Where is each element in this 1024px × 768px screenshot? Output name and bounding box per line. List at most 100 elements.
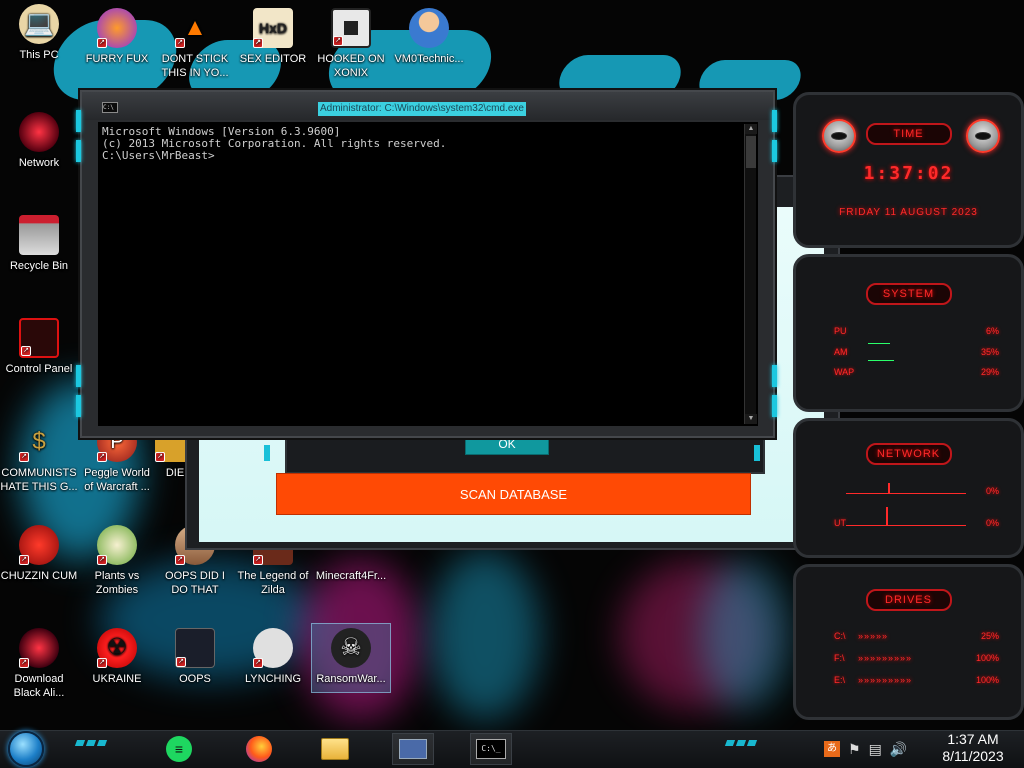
drive-bar: »»»»»»»»» — [858, 653, 913, 663]
taskbar-app-cmd[interactable]: C:\_ — [470, 733, 512, 765]
gadget-date: FRIDAY 11 AUGUST 2023 — [839, 207, 978, 218]
network-graph-line — [846, 525, 966, 526]
volume-icon[interactable]: 🔊 — [890, 741, 907, 758]
window-frame-accent — [264, 445, 270, 461]
gadget-title: NETWORK — [865, 443, 952, 465]
gadget-title: TIME — [865, 123, 952, 145]
desktop-icon-communists[interactable]: $ ↗ COMMUNISTS HATE THIS G... — [0, 422, 78, 494]
desktop-icon-control-panel[interactable]: ↗ Control Panel — [0, 318, 78, 376]
desktop-icon-label: RansomWar... — [316, 673, 386, 685]
scroll-down-arrow-icon[interactable]: ▼ — [745, 414, 757, 424]
cmd-window[interactable]: C:\ Administrator: C:\Windows\system32\c… — [80, 90, 775, 438]
network-gadget[interactable]: NETWORK 0% UT 0% — [793, 418, 1024, 558]
desktop-icon-vm0technic[interactable]: VM0Technic... — [390, 8, 468, 66]
usage-sparkline — [868, 360, 894, 361]
row-label: PU — [834, 326, 847, 336]
desktop-icon-label: FURRY FUX — [85, 53, 149, 65]
scroll-thumb[interactable] — [746, 136, 756, 168]
desktop-icon-ransomware[interactable]: ☠ RansomWar... — [311, 623, 391, 693]
radiation-icon: ☢ ↗ — [97, 628, 137, 668]
network-graph-line — [846, 493, 966, 494]
cmd-console-output[interactable]: Microsoft Windows [Version 6.3.9600] (c) … — [98, 122, 758, 426]
time-gadget[interactable]: TIME 1:37:02 FRIDAY 11 AUGUST 2023 — [793, 92, 1024, 248]
row-value: 100% — [975, 653, 999, 663]
flag-icon[interactable]: ⚑ — [848, 741, 861, 758]
window-frame-accent — [76, 110, 81, 132]
row-label: UT — [834, 518, 846, 528]
desktop-icon-chuzzin[interactable]: ↗ CHUZZIN CUM — [0, 525, 78, 583]
desktop-icon-recycle-bin[interactable]: Recycle Bin — [0, 215, 78, 273]
system-gadget[interactable]: SYSTEM PU 6% AM 35% WAP 29% — [793, 254, 1024, 412]
desktop-icon-ukraine[interactable]: ☢ ↗ UKRAINE — [78, 628, 156, 686]
network-graph-spike — [888, 483, 890, 493]
row-label: E:\ — [834, 675, 846, 685]
this-pc-icon: 💻 — [19, 4, 59, 44]
desktop-icon-network[interactable]: Network — [0, 112, 78, 170]
skull-icon: ☠ — [331, 628, 371, 668]
taskbar-app-file-explorer[interactable] — [314, 733, 356, 765]
chuzzle-icon: ↗ — [19, 525, 59, 565]
row-label: F:\ — [834, 653, 845, 663]
spotify-icon: ≡ — [166, 736, 192, 762]
drives-gadget[interactable]: DRIVES C:\ »»»»» 25% F:\ »»»»»»»»» 100% E:\ »… — [793, 564, 1024, 720]
drive-bar: »»»»»»»»» — [858, 675, 913, 685]
window-frame-accent — [76, 395, 81, 417]
gadget-title: DRIVES — [865, 589, 952, 611]
cmd-icon: C:\_ — [476, 739, 506, 759]
taskbar-app-firefox[interactable] — [238, 733, 280, 765]
desktop-icon-hooked-on-xonix[interactable]: ↗ HOOKED ON XONIX — [312, 8, 390, 80]
network-orb-icon — [19, 112, 59, 152]
language-icon[interactable]: あ — [824, 741, 840, 757]
firefox-icon: ↗ — [97, 8, 137, 48]
taskbar-decoration — [724, 740, 766, 746]
cmd-window-icon[interactable]: C:\ — [102, 102, 118, 113]
window-frame-accent — [772, 140, 777, 162]
desktop-icon-sex-editor[interactable]: HxD ↗ SEX EDITOR — [234, 8, 312, 66]
desktop-icon-label: Control Panel — [5, 363, 73, 375]
xonix-game-icon: ↗ — [331, 8, 371, 48]
desktop-icon-label: CHUZZIN CUM — [0, 570, 78, 582]
network-icon[interactable]: ▤ — [869, 741, 882, 758]
desktop-icon-label: Recycle Bin — [9, 260, 69, 272]
cmd-scrollbar[interactable]: ▲ ▼ — [744, 124, 757, 424]
row-value: 6% — [985, 326, 999, 336]
desktop-icon-this-pc[interactable]: 💻 This PC — [0, 4, 78, 62]
window-frame-accent — [76, 365, 81, 387]
window-frame-accent — [772, 365, 777, 387]
window-frame-accent — [76, 140, 81, 162]
desktop-icon-oops[interactable]: ↗ OOPS — [156, 628, 234, 686]
desktop-icon-label: Download Black Ali... — [13, 673, 65, 699]
row-label: WAP — [834, 367, 855, 377]
desktop-icon-label: VM0Technic... — [394, 53, 464, 65]
cmd-titlebar[interactable]: C:\ Administrator: C:\Windows\system32\c… — [82, 92, 773, 120]
desktop-icon-label: The Legend of Zilda — [237, 570, 309, 596]
vlc-cone-icon: ▲ ↗ — [175, 8, 215, 48]
system-tray: あ ⚑ ▤ 🔊 — [824, 733, 907, 765]
doctor-avatar-icon — [409, 8, 449, 48]
desktop-icon-plants-vs-zombies[interactable]: ↗ Plants vs Zombies — [78, 525, 156, 597]
taskbar-app-spotify[interactable]: ≡ — [158, 733, 200, 765]
desktop-icon-label: Network — [18, 157, 60, 169]
scan-database-button[interactable]: SCAN DATABASE — [276, 473, 751, 515]
taskbar-decoration — [74, 740, 116, 746]
start-button[interactable] — [8, 731, 44, 767]
desktop-icon-furry-fux[interactable]: ↗ FURRY FUX — [78, 8, 156, 66]
clock-date: 8/11/2023 — [942, 748, 1004, 764]
plants-vs-zombies-icon: ↗ — [97, 525, 137, 565]
alien-head-icon — [966, 119, 1000, 153]
taskbar-app-window[interactable] — [392, 733, 434, 765]
window-frame-accent — [772, 395, 777, 417]
desktop-icon-label: COMMUNISTS HATE THIS G... — [0, 467, 78, 493]
scroll-up-arrow-icon[interactable]: ▲ — [745, 124, 757, 134]
window-frame-accent — [772, 110, 777, 132]
desktop-icon-label: Plants vs Zombies — [94, 570, 140, 596]
desktop-icon-download-black-ali[interactable]: ↗ Download Black Ali... — [0, 628, 78, 700]
money-bag-icon: $ ↗ — [19, 422, 59, 462]
desktop-icon-dont-stick[interactable]: ▲ ↗ DONT STICK THIS IN YO... — [156, 8, 234, 80]
row-value: 0% — [985, 486, 999, 496]
app-window-icon — [399, 739, 427, 759]
row-label: C:\ — [834, 631, 846, 641]
taskbar-clock[interactable]: 1:37 AM 8/11/2023 — [928, 731, 1018, 765]
desktop-icon-lynching[interactable]: ↗ LYNCHING — [234, 628, 312, 686]
desktop-icon-label: This PC — [19, 49, 59, 61]
